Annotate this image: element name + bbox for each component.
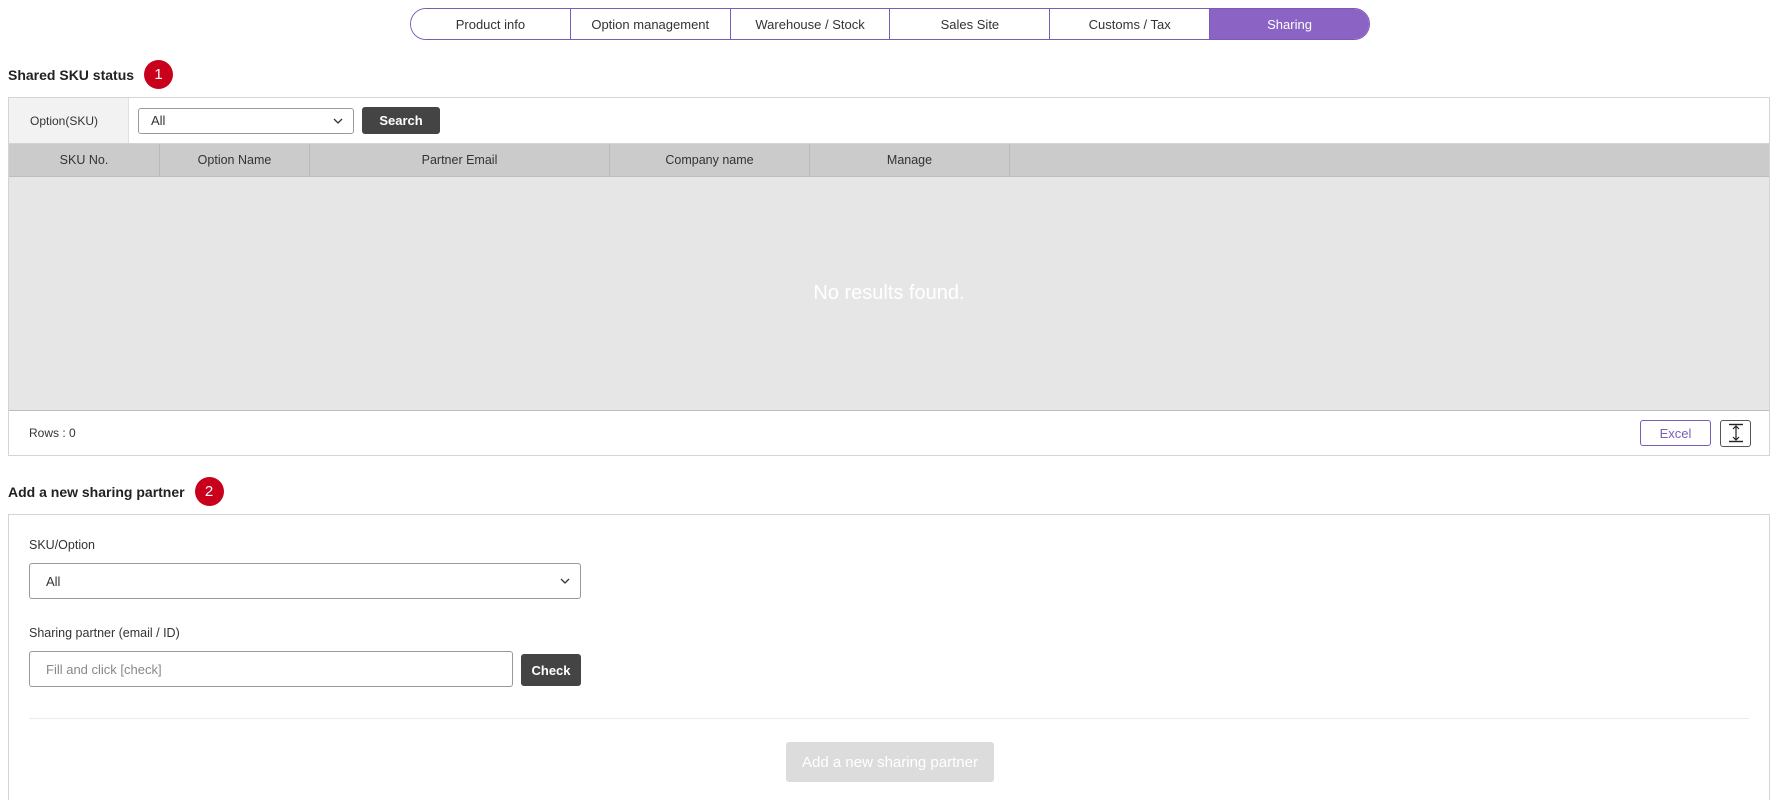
sharing-partner-input[interactable] — [29, 651, 513, 687]
step-badge: 1 — [144, 60, 174, 89]
resize-button[interactable] — [1720, 419, 1751, 447]
add-sharing-partner-header: Add a new sharing partner 2 — [8, 477, 224, 506]
sku-option-select[interactable]: All — [29, 563, 581, 599]
check-button[interactable]: Check — [521, 654, 581, 686]
tab-customs-tax[interactable]: Customs / Tax — [1050, 9, 1211, 39]
empty-message: No results found. — [813, 282, 965, 304]
divider — [29, 718, 1749, 719]
sharing-partner-label: Sharing partner (email / ID) — [29, 626, 180, 640]
tab-product-info[interactable]: Product info — [411, 9, 571, 39]
section-title: Shared SKU status — [8, 66, 135, 83]
shared-sku-status-header: Shared SKU status 1 — [8, 60, 174, 89]
add-partner-panel: SKU/Option All Sharing partner (email / … — [8, 514, 1770, 800]
shared-sku-panel: Option(SKU) All Search SKU No. Option Na… — [8, 97, 1770, 456]
filter-label: Option(SKU) — [9, 98, 129, 143]
tab-sharing[interactable]: Sharing — [1210, 9, 1369, 39]
tab-option-management[interactable]: Option management — [570, 9, 731, 39]
column-company-name[interactable]: Company name — [610, 144, 810, 176]
select-value: All — [151, 113, 166, 128]
rows-count: Rows : 0 — [29, 426, 76, 440]
column-sku-no[interactable]: SKU No. — [9, 144, 160, 176]
column-partner-email[interactable]: Partner Email — [310, 144, 610, 176]
table-header: SKU No. Option Name Partner Email Compan… — [9, 144, 1769, 177]
tab-sales-site[interactable]: Sales Site — [890, 9, 1051, 39]
step-badge: 2 — [194, 477, 224, 506]
table-footer: Rows : 0 Excel — [9, 411, 1769, 455]
excel-button[interactable]: Excel — [1640, 420, 1711, 446]
tab-warehouse-stock[interactable]: Warehouse / Stock — [730, 9, 891, 39]
filter-row: Option(SKU) All Search — [9, 98, 1769, 144]
table-body: No results found. — [9, 177, 1769, 411]
column-option-name[interactable]: Option Name — [160, 144, 310, 176]
search-button[interactable]: Search — [362, 107, 440, 134]
column-manage[interactable]: Manage — [810, 144, 1010, 176]
footer-actions: Excel — [1640, 419, 1751, 447]
add-sharing-partner-button[interactable]: Add a new sharing partner — [786, 742, 994, 782]
option-sku-select[interactable]: All — [138, 107, 354, 134]
chevron-down-icon — [333, 118, 343, 124]
section-title: Add a new sharing partner — [8, 483, 185, 500]
select-value: All — [46, 573, 61, 589]
sku-option-label: SKU/Option — [29, 538, 96, 552]
vertical-resize-icon — [1728, 423, 1743, 443]
chevron-down-icon — [560, 578, 570, 584]
tab-bar: Product info Option management Warehouse… — [410, 8, 1370, 40]
